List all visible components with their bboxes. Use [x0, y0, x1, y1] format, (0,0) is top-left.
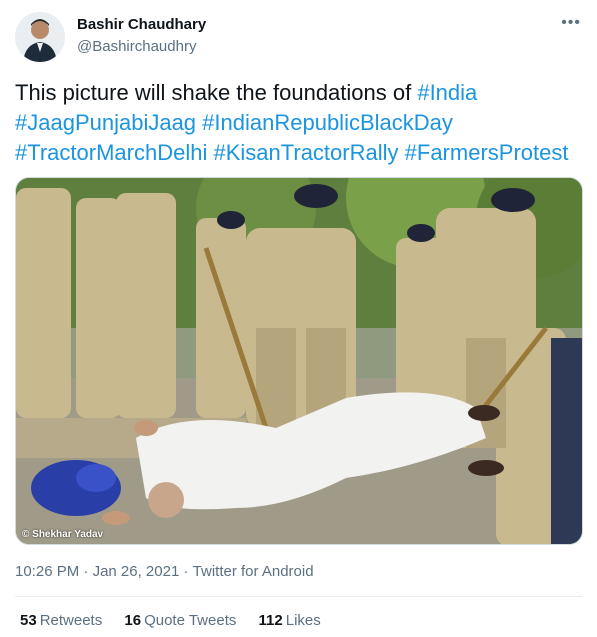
quote-tweets-label: Quote Tweets	[144, 612, 237, 629]
author-info: Bashir Chaudhary @Bashirchaudhry	[77, 16, 206, 56]
likes-count: 112	[258, 612, 283, 629]
tweet-photo[interactable]: © Shekhar Yadav	[15, 177, 583, 545]
hashtag-link[interactable]: #FarmersProtest	[405, 140, 569, 165]
hashtag-link[interactable]: #India	[417, 80, 477, 105]
meta-separator: ·	[79, 563, 93, 580]
retweets-label: Retweets	[39, 612, 103, 629]
hashtag-link[interactable]: #IndianRepublicBlackDay	[202, 110, 453, 135]
author-handle[interactable]: @Bashirchaudhry	[77, 37, 206, 56]
avatar[interactable]	[15, 12, 65, 62]
hashtag-link[interactable]: #JaagPunjabiJaag	[15, 110, 196, 135]
tweet-source[interactable]: Twitter for Android	[193, 563, 314, 581]
tweet-meta: 10:26 PM · Jan 26, 2021 · Twitter for An…	[15, 563, 314, 581]
tweet-stats: 53 Retweets 16 Quote Tweets 112 Likes	[20, 612, 339, 630]
avatar-image	[15, 12, 65, 62]
hashtag-link[interactable]: #KisanTractorRally	[213, 140, 398, 165]
hashtag-link[interactable]: #TractorMarchDelhi	[15, 140, 207, 165]
retweets-count: 53	[20, 612, 37, 629]
divider	[15, 596, 582, 597]
tweet-text: This picture will shake the foundations …	[15, 78, 585, 168]
quote-tweets-count: 16	[124, 612, 142, 629]
photo-illustration	[16, 178, 582, 544]
tweet-text-plain: This picture will shake the foundations …	[15, 80, 418, 105]
likes-stat[interactable]: 112 Likes	[259, 612, 321, 630]
retweets-stat[interactable]: 53 Retweets	[20, 612, 102, 630]
photo-credit: © Shekhar Yadav	[22, 529, 104, 540]
likes-label: Likes	[285, 612, 321, 629]
more-options-icon[interactable]: •••	[561, 14, 581, 32]
tweet-card: Bashir Chaudhary @Bashirchaudhry ••• Thi…	[0, 0, 597, 637]
tweet-date[interactable]: Jan 26, 2021	[93, 563, 180, 581]
tweet-time[interactable]: 10:26 PM	[15, 563, 79, 581]
meta-separator: ·	[179, 563, 193, 580]
author-display-name[interactable]: Bashir Chaudhary	[77, 16, 206, 34]
quote-tweets-stat[interactable]: 16 Quote Tweets	[124, 612, 236, 630]
